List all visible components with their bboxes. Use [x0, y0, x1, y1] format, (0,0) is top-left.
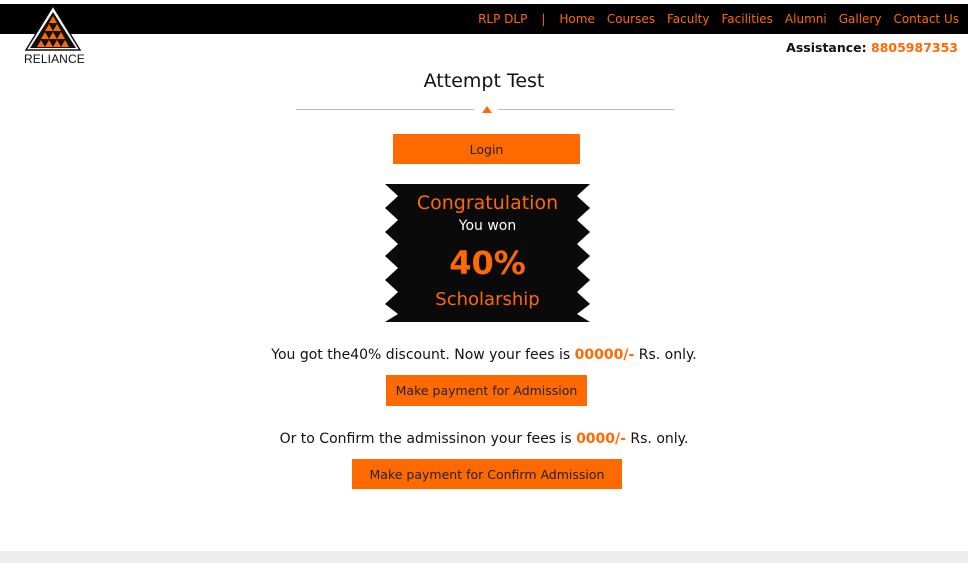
nav-link-gallery[interactable]: Gallery [839, 12, 882, 26]
nav-link-contact-us[interactable]: Contact Us [893, 12, 959, 26]
badge-percent: 40% [449, 244, 526, 282]
nav-link-alumni[interactable]: Alumni [785, 12, 827, 26]
make-payment-admission-button[interactable]: Make payment for Admission [386, 375, 587, 406]
make-payment-confirm-admission-button[interactable]: Make payment for Confirm Admission [352, 459, 622, 489]
discount-message-prefix: You got the40% discount. Now your fees i… [271, 347, 571, 363]
nav-link-faculty[interactable]: Faculty [667, 12, 710, 26]
badge-heading: Congratulation [416, 192, 559, 214]
main-nav: RLP DLP | Home Courses Faculty Facilitie… [466, 4, 959, 34]
pyramid-logo-icon [24, 4, 82, 51]
footer-strip [0, 551, 968, 563]
confirm-message-prefix: Or to Confirm the admissinon your fees i… [279, 431, 572, 447]
brand-logo[interactable]: RELIANCE [22, 4, 85, 66]
nav-link-home[interactable]: Home [559, 12, 594, 26]
assistance-phone[interactable]: 8805987353 [871, 40, 958, 55]
confirm-fee-amount: 0000/- [576, 431, 626, 447]
badge-subheading: You won [458, 218, 517, 234]
title-divider-right [498, 109, 674, 110]
logo-text: RELIANCE [24, 52, 85, 66]
nav-separator: | [541, 12, 546, 26]
login-button[interactable]: Login [393, 134, 580, 164]
discount-message-suffix: Rs. only. [638, 347, 697, 363]
discount-message: You got the40% discount. Now your fees i… [0, 347, 968, 363]
caret-up-icon [482, 106, 492, 113]
discount-fee-amount: 00000/- [574, 347, 635, 363]
confirm-message: Or to Confirm the admissinon your fees i… [0, 431, 968, 447]
page-title: Attempt Test [423, 70, 545, 92]
nav-link-facilities[interactable]: Facilities [721, 12, 772, 26]
title-divider-left [296, 109, 474, 110]
top-nav-bar: RLP DLP | Home Courses Faculty Facilitie… [0, 4, 968, 34]
assistance-label: Assistance: [786, 40, 867, 55]
nav-link-rlp-dlp[interactable]: RLP DLP [478, 12, 527, 26]
badge-caption: Scholarship [435, 289, 540, 310]
assistance-contact: Assistance: 8805987353 [786, 40, 958, 55]
confirm-message-suffix: Rs. only. [630, 431, 689, 447]
nav-link-courses[interactable]: Courses [607, 12, 655, 26]
